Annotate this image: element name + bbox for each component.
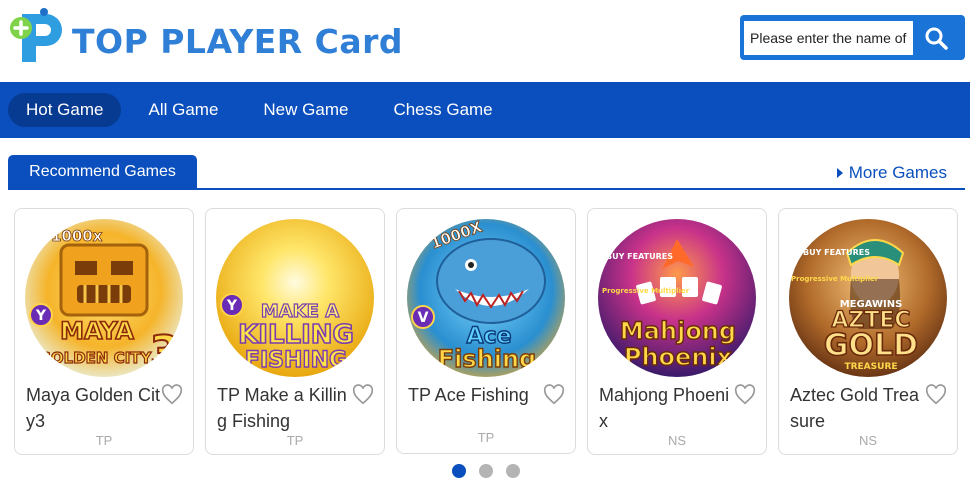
- mahjong-art-multiplier: Progressive Multiplier: [602, 287, 690, 295]
- search-bar: [740, 15, 965, 60]
- game-vendor: NS: [858, 433, 878, 448]
- svg-text:GOLD: GOLD: [824, 328, 918, 363]
- game-vendor: TP: [286, 433, 304, 448]
- game-card[interactable]: Y MAKE A KILLING FISHING TP Make a Killi…: [205, 208, 385, 455]
- killing-art-line1: MAKE A: [260, 300, 340, 322]
- svg-text:Fishing: Fishing: [438, 345, 536, 373]
- svg-text:Phoenix: Phoenix: [624, 343, 733, 371]
- ace-art-title2: Fishing: [437, 344, 537, 373]
- game-vendor: NS: [667, 433, 687, 448]
- game-card[interactable]: BUY FEATURES Progressive Multiplier Mahj…: [587, 208, 767, 455]
- svg-text:Y: Y: [226, 298, 238, 314]
- killing-art-line3: FISHING: [244, 347, 348, 373]
- maya-art-title: MAYA: [59, 316, 135, 346]
- search-button[interactable]: [913, 19, 959, 56]
- svg-text:Progressive Multiplier: Progressive Multiplier: [791, 275, 879, 283]
- svg-text:KILLING: KILLING: [238, 320, 354, 350]
- game-thumbnail-aztec-gold: BUY FEATURES Progressive Multiplier MEGA…: [789, 219, 947, 377]
- aztec-art-title3: TREASURE: [844, 362, 897, 372]
- mahjong-art-title1: Mahjong: [619, 316, 737, 345]
- carousel-dot[interactable]: [452, 464, 466, 478]
- svg-text:Mahjong: Mahjong: [620, 317, 736, 345]
- aztec-art-multiplier: Progressive Multiplier: [791, 275, 879, 283]
- nav-all-game[interactable]: All Game: [130, 93, 236, 127]
- brand-logo[interactable]: TOP PLAYER Card: [8, 8, 403, 68]
- game-title: Aztec Gold Treasure: [790, 385, 920, 431]
- section-title: Recommend Games: [8, 155, 197, 190]
- search-input[interactable]: [744, 20, 913, 55]
- svg-text:FISHING: FISHING: [245, 348, 347, 373]
- brand-name: TOP PLAYER Card: [72, 21, 404, 61]
- game-thumbnail-ace-fishing: V 1000X Ace Fishing: [407, 219, 565, 377]
- killing-art-line2: KILLING: [237, 319, 354, 351]
- game-title: Maya Golden City3: [26, 385, 161, 431]
- more-games-link[interactable]: More Games: [836, 163, 947, 183]
- maya-art-1000x: 1000x: [51, 227, 104, 246]
- svg-text:MAYA: MAYA: [60, 317, 134, 345]
- svg-text:TREASURE: TREASURE: [844, 362, 897, 372]
- more-games-label: More Games: [848, 163, 947, 182]
- nav-chess-game[interactable]: Chess Game: [375, 93, 510, 127]
- game-title: TP Make a Killing Fishing: [217, 385, 347, 431]
- logo-p-icon: [8, 8, 70, 68]
- game-vendor: TP: [477, 430, 495, 445]
- favorite-heart-icon[interactable]: [734, 384, 756, 406]
- carousel-dot[interactable]: [479, 464, 493, 478]
- game-card[interactable]: V 1000X Ace Fishing TP Ace Fishing TP: [396, 208, 576, 454]
- favorite-heart-icon[interactable]: [352, 384, 374, 406]
- section-header: Recommend Games More Games: [8, 155, 965, 190]
- maya-art-subtitle: GOLDEN CITY: [38, 348, 153, 367]
- game-list: Y 1000x MAYA GOLDEN CITY 3 Maya Golden C…: [14, 208, 958, 455]
- svg-text:BUY FEATURES: BUY FEATURES: [803, 248, 870, 257]
- maya-art-number: 3: [149, 326, 182, 377]
- game-title: Mahjong Phoenix: [599, 385, 730, 431]
- svg-text:MAKE A: MAKE A: [261, 301, 339, 322]
- svg-text:BUY FEATURES: BUY FEATURES: [606, 252, 673, 261]
- game-card[interactable]: Y 1000x MAYA GOLDEN CITY 3 Maya Golden C…: [14, 208, 194, 455]
- game-thumbnail-killing-fishing: Y MAKE A KILLING FISHING: [216, 219, 374, 377]
- favorite-heart-icon[interactable]: [161, 384, 183, 406]
- game-thumbnail-maya: Y 1000x MAYA GOLDEN CITY 3: [25, 219, 183, 377]
- game-card[interactable]: BUY FEATURES Progressive Multiplier MEGA…: [778, 208, 958, 455]
- main-nav: Hot Game All Game New Game Chess Game: [0, 82, 970, 138]
- svg-text:Progressive Multiplier: Progressive Multiplier: [602, 287, 690, 295]
- svg-text:GOLDEN CITY: GOLDEN CITY: [39, 349, 153, 367]
- nav-hot-game[interactable]: Hot Game: [8, 93, 122, 127]
- svg-text:1000x: 1000x: [51, 227, 103, 245]
- aztec-art-title2: GOLD: [823, 327, 919, 364]
- svg-text:Y: Y: [35, 308, 47, 324]
- header: TOP PLAYER Card: [0, 0, 970, 82]
- game-title: TP Ace Fishing: [408, 385, 529, 405]
- favorite-heart-icon[interactable]: [543, 384, 565, 406]
- favorite-heart-icon[interactable]: [925, 384, 947, 406]
- nav-new-game[interactable]: New Game: [245, 93, 366, 127]
- carousel-dot[interactable]: [506, 464, 520, 478]
- svg-text:V: V: [418, 310, 429, 326]
- game-thumbnail-mahjong-phoenix: BUY FEATURES Progressive Multiplier Mahj…: [598, 219, 756, 377]
- aztec-art-buy: BUY FEATURES: [803, 248, 870, 257]
- carousel-pagination: [452, 464, 533, 478]
- search-icon: [925, 27, 948, 50]
- mahjong-art-title2: Phoenix: [623, 342, 733, 371]
- svg-text:3: 3: [150, 327, 181, 377]
- mahjong-art-buy: BUY FEATURES: [606, 252, 673, 261]
- caret-right-icon: [836, 168, 843, 178]
- game-vendor: TP: [95, 433, 113, 448]
